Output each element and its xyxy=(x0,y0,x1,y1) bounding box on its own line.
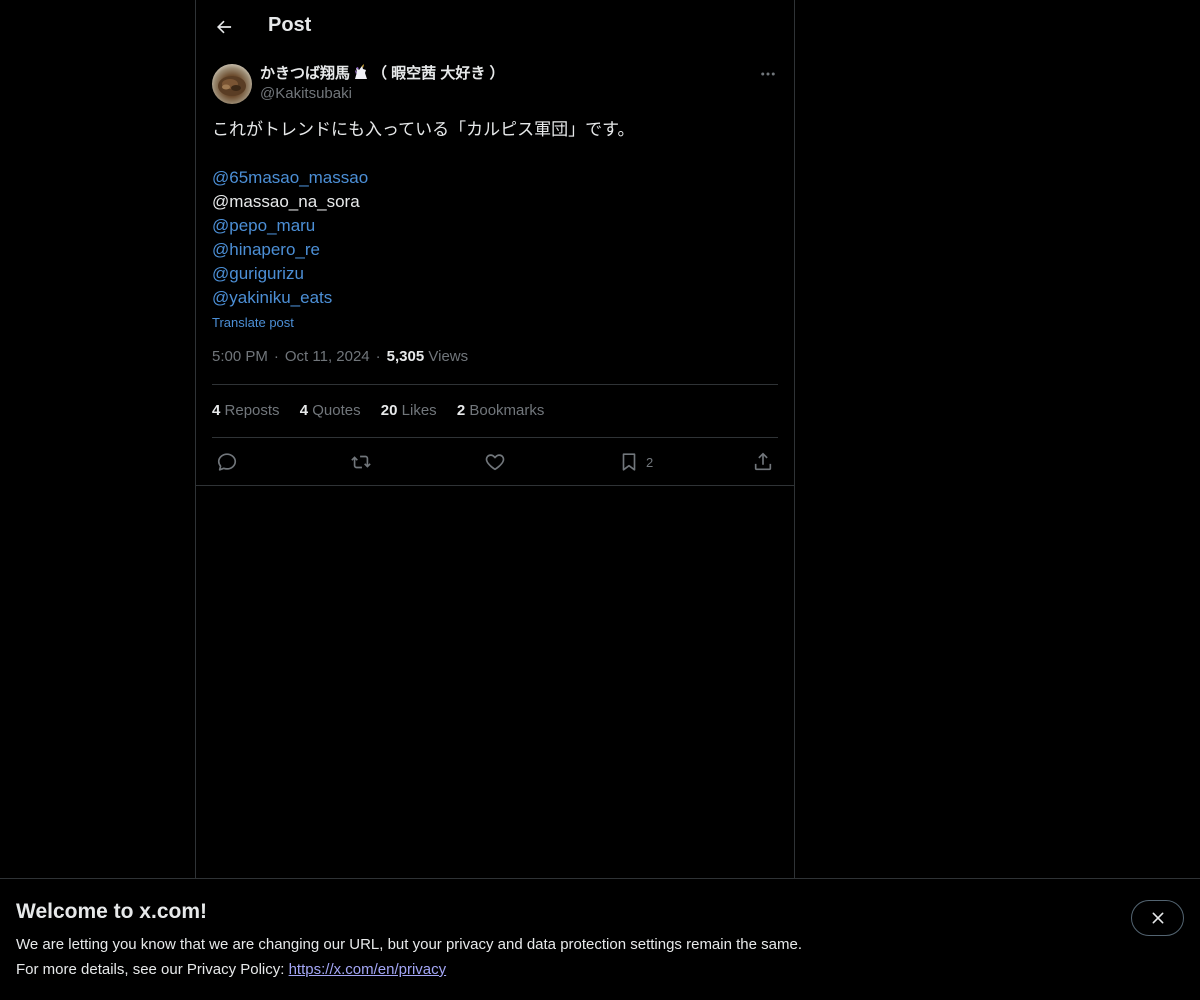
page-title: Post xyxy=(268,14,312,36)
author-display-name[interactable]: かきつば翔馬 （ 暇空茜 大好き ） xyxy=(260,64,505,84)
divider xyxy=(212,437,778,438)
divider xyxy=(212,384,778,385)
arrow-left-icon xyxy=(217,20,232,34)
author-name-suffix: （ 暇空茜 大好き ） xyxy=(372,65,505,82)
reply-button[interactable] xyxy=(216,448,238,476)
like-button[interactable] xyxy=(484,448,506,476)
heart-icon xyxy=(485,454,505,471)
mention-item: @massao_na_sora xyxy=(212,190,778,214)
engagement-stats: 4 Reposts 4 Quotes 20 Likes 2 Bookmarks xyxy=(212,402,560,419)
views-label: Views xyxy=(428,348,469,365)
post-bottom-divider xyxy=(196,485,794,486)
banner-message: We are letting you know that we are chan… xyxy=(16,936,802,953)
avatar-image xyxy=(218,76,246,96)
post-text-gap xyxy=(212,142,778,166)
privacy-policy-link[interactable]: https://x.com/en/privacy xyxy=(289,961,447,978)
banner-title: Welcome to x.com! xyxy=(16,900,207,923)
mention-link[interactable]: @hinapero_re xyxy=(212,240,320,259)
mention-link[interactable]: @65masao_massao xyxy=(212,168,368,187)
reposts-stat[interactable]: 4 Reposts xyxy=(212,402,280,419)
repost-icon xyxy=(351,455,371,469)
mention-link[interactable]: @pepo_maru xyxy=(212,216,315,235)
post-time[interactable]: 5:00 PM xyxy=(212,348,268,365)
bookmark-icon xyxy=(622,453,636,471)
views-count: 5,305 xyxy=(386,348,425,365)
close-banner-button[interactable] xyxy=(1131,900,1184,936)
author-handle[interactable]: @Kakitsubaki xyxy=(260,84,505,104)
quotes-stat[interactable]: 4 Quotes xyxy=(300,402,361,419)
repost-button[interactable] xyxy=(350,448,372,476)
avatar[interactable] xyxy=(212,64,252,104)
mention-item: @pepo_maru xyxy=(212,214,778,238)
more-horizontal-icon xyxy=(761,72,775,76)
mention-item: @gurigurizu xyxy=(212,262,778,286)
likes-stat[interactable]: 20 Likes xyxy=(381,402,437,419)
mention-item: @65masao_massao xyxy=(212,166,778,190)
mention-item: @hinapero_re xyxy=(212,238,778,262)
meta-separator: · xyxy=(273,348,279,365)
bookmark-button[interactable]: 2 xyxy=(618,448,653,476)
mention-link[interactable]: @gurigurizu xyxy=(212,264,304,283)
mention-link[interactable]: @yakiniku_eats xyxy=(212,288,332,307)
close-icon xyxy=(1152,912,1163,924)
welcome-banner: Welcome to x.com! We are letting you kno… xyxy=(0,878,1200,1000)
post-metadata: 5:00 PM · Oct 11, 2024 · 5,305 Views xyxy=(212,348,468,365)
primary-column: Post かきつば翔馬 （ 暇空茜 大好き ） @Kakitsubaki これが… xyxy=(195,0,795,880)
bookmark-count: 2 xyxy=(646,454,654,470)
bookmarks-stat[interactable]: 2 Bookmarks xyxy=(457,402,545,419)
banner-privacy-prefix: For more details, see our Privacy Policy… xyxy=(16,961,289,978)
author-name-prefix: かきつば翔馬 xyxy=(260,65,351,82)
post-text-line: これがトレンドにも入っている「カルピス軍団」です。 xyxy=(212,120,635,139)
meta-separator: · xyxy=(375,348,381,365)
translate-post-link[interactable]: Translate post xyxy=(212,315,294,330)
author-block[interactable]: かきつば翔馬 （ 暇空茜 大好き ） @Kakitsubaki xyxy=(260,64,505,104)
more-options-button[interactable] xyxy=(758,64,778,84)
unicorn-emoji-icon xyxy=(355,64,368,79)
mention-text: @massao_na_sora xyxy=(212,192,360,211)
share-button[interactable] xyxy=(752,448,774,476)
banner-privacy-line: For more details, see our Privacy Policy… xyxy=(16,961,446,978)
reply-icon xyxy=(217,453,237,471)
share-icon xyxy=(754,452,772,471)
post-date[interactable]: Oct 11, 2024 xyxy=(285,348,370,365)
post-header: Post xyxy=(196,0,794,54)
action-bar: 2 xyxy=(212,448,778,476)
post-text: これがトレンドにも入っている「カルピス軍団」です。 @65masao_massa… xyxy=(212,118,778,310)
back-button[interactable] xyxy=(206,9,242,45)
mention-item: @yakiniku_eats xyxy=(212,286,778,310)
